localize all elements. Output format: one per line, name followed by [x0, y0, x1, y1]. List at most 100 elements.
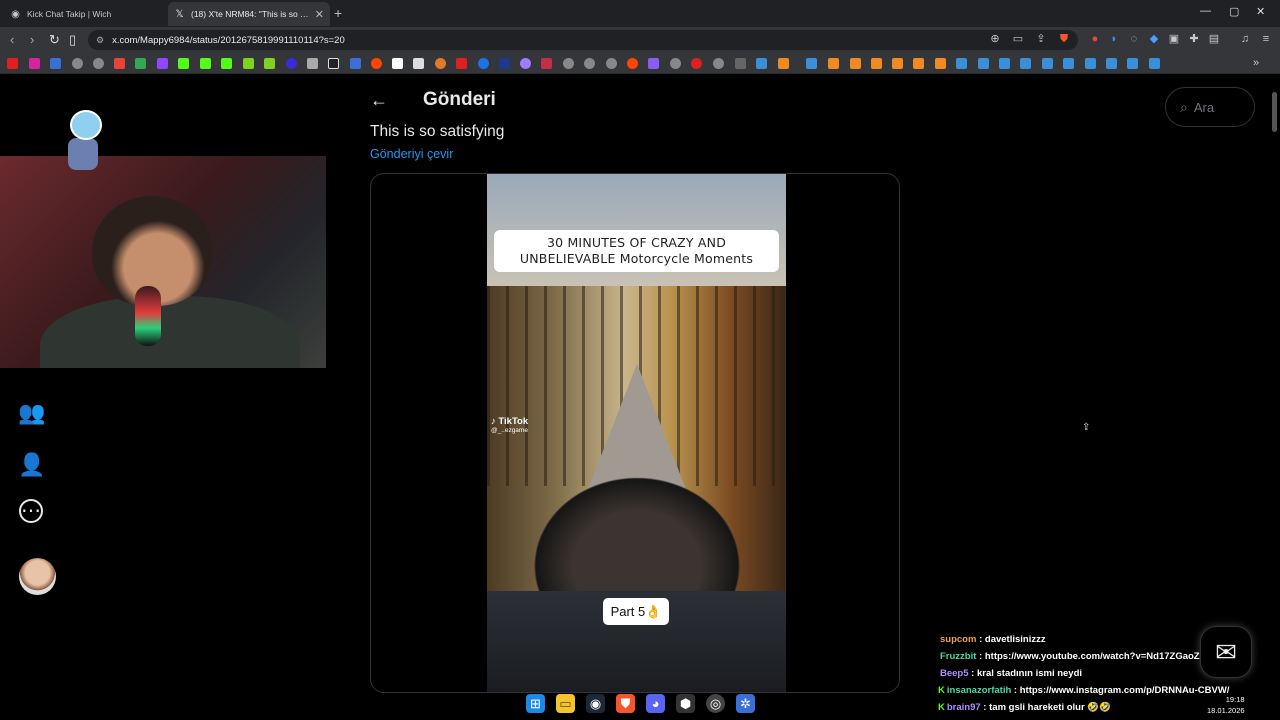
minimize-icon[interactable]: —: [1200, 5, 1211, 17]
bookmark-drive-icon[interactable]: [135, 58, 146, 69]
reload-icon[interactable]: ↻: [49, 32, 60, 48]
bookmark-steam-icon[interactable]: [978, 58, 989, 69]
video-player[interactable]: 30 MINUTES OF CRAZY AND UNBELIEVABLE Mot…: [487, 174, 786, 692]
steam-icon[interactable]: ◉: [586, 694, 605, 713]
brave-browser-icon[interactable]: ⛊: [616, 694, 635, 713]
bookmark-instagram-icon[interactable]: [29, 58, 40, 69]
bookmark-icon[interactable]: [72, 58, 83, 69]
back-arrow-button[interactable]: ←: [370, 90, 388, 111]
bookmark-icon[interactable]: [307, 58, 318, 69]
bookmark-icon[interactable]: ▯: [69, 32, 76, 48]
bookmark-icon[interactable]: [828, 58, 839, 69]
bookmark-icon[interactable]: [93, 58, 104, 69]
file-explorer-icon[interactable]: ▭: [556, 694, 575, 713]
close-tab-icon[interactable]: ✕: [315, 8, 324, 21]
extension-badge-icon[interactable]: ●: [1089, 33, 1101, 45]
bookmark-steam-icon[interactable]: [1127, 58, 1138, 69]
communities-icon[interactable]: 👥: [18, 400, 45, 426]
extension-icon[interactable]: ▣: [1168, 33, 1180, 45]
bookmark-icon[interactable]: [392, 58, 403, 69]
bookmark-steam-icon[interactable]: [1085, 58, 1096, 69]
tab-kick-chat[interactable]: ◉ Kick Chat Takip | Wich: [4, 2, 166, 26]
bookmark-icon[interactable]: [850, 58, 861, 69]
bookmark-steam-icon[interactable]: [1149, 58, 1160, 69]
app-icon[interactable]: ⬢: [676, 694, 695, 713]
menu-icon[interactable]: ≡: [1260, 33, 1272, 45]
bookmark-steam-icon[interactable]: [1020, 58, 1031, 69]
brave-shield-icon[interactable]: ⛊: [1058, 33, 1070, 45]
extension-icon[interactable]: ◆: [1148, 33, 1160, 45]
profile-icon[interactable]: 👤: [18, 452, 45, 478]
search-box[interactable]: ⌕ Ara: [1165, 87, 1255, 127]
bookmark-icon[interactable]: [713, 58, 724, 69]
post-media-card[interactable]: 30 MINUTES OF CRAZY AND UNBELIEVABLE Mot…: [370, 173, 900, 693]
bookmark-icon[interactable]: [50, 58, 61, 69]
bookmark-youtube-icon[interactable]: [7, 58, 18, 69]
bookmark-icon[interactable]: [670, 58, 681, 69]
maximize-icon[interactable]: ▢: [1229, 5, 1239, 18]
bookmark-x-icon[interactable]: [328, 58, 339, 69]
bookmark-steam-icon[interactable]: [806, 58, 817, 69]
bookmark-reddit-icon[interactable]: [371, 58, 382, 69]
bookmark-icon[interactable]: [435, 58, 446, 69]
bookmark-steam-icon[interactable]: [756, 58, 767, 69]
translate-post-link[interactable]: Gönderiyi çevir: [370, 147, 453, 161]
bookmark-icon[interactable]: [778, 58, 789, 69]
bookmark-kick-icon[interactable]: [178, 58, 189, 69]
bookmark-icon[interactable]: [935, 58, 946, 69]
more-bookmarks-icon[interactable]: »: [1250, 57, 1262, 69]
bookmark-steam-icon[interactable]: [1042, 58, 1053, 69]
extensions-puzzle-icon[interactable]: ✚: [1188, 33, 1200, 45]
bookmark-icon[interactable]: [413, 58, 424, 69]
bookmark-steam-icon[interactable]: [999, 58, 1010, 69]
windows-start-icon[interactable]: ⊞: [526, 694, 545, 713]
bookmark-icon[interactable]: [478, 58, 489, 69]
bookmark-icon[interactable]: [606, 58, 617, 69]
bookmark-reddit-icon[interactable]: [627, 58, 638, 69]
bookmark-icon[interactable]: [499, 58, 510, 69]
bookmark-steam-icon[interactable]: [1106, 58, 1117, 69]
messages-button[interactable]: ✉: [1200, 626, 1252, 678]
extension-icon[interactable]: ◗: [1108, 33, 1120, 45]
bookmark-icon[interactable]: [350, 58, 361, 69]
bookmark-icon[interactable]: [584, 58, 595, 69]
tab-x-post[interactable]: 𝕏 (18) X'te NRM84: "This is so satisfyin…: [168, 2, 330, 26]
bookmark-gmail-icon[interactable]: [114, 58, 125, 69]
new-tab-button[interactable]: +: [334, 5, 342, 21]
bookmark-icon[interactable]: [520, 58, 531, 69]
address-bar[interactable]: ⚙ x.com/Mappy6984/status/201267581999111…: [88, 30, 1078, 50]
forward-icon[interactable]: ›: [30, 32, 34, 47]
bookmark-icon[interactable]: [243, 58, 254, 69]
bookmark-icon[interactable]: [541, 58, 552, 69]
bookmark-steam-icon[interactable]: [956, 58, 967, 69]
cast-icon[interactable]: ▭: [1012, 33, 1024, 45]
bookmark-icon[interactable]: [456, 58, 467, 69]
share-icon[interactable]: ⇪: [1035, 33, 1047, 45]
system-clock[interactable]: 19:18 18.01.2026: [1207, 694, 1245, 716]
sidebar-icon[interactable]: ▤: [1208, 33, 1220, 45]
bookmark-icon[interactable]: [892, 58, 903, 69]
bookmark-kick-icon[interactable]: [200, 58, 211, 69]
bookmark-icon[interactable]: [264, 58, 275, 69]
bookmark-steam-icon[interactable]: [1063, 58, 1074, 69]
bookmark-icon[interactable]: [648, 58, 659, 69]
bookmark-folder-icon[interactable]: [735, 58, 746, 69]
extension-icon[interactable]: ◌: [1128, 33, 1140, 45]
bookmark-icon[interactable]: [913, 58, 924, 69]
more-icon[interactable]: ⋯: [19, 499, 43, 523]
close-window-icon[interactable]: ✕: [1256, 5, 1265, 18]
page-scrollbar[interactable]: [1272, 92, 1277, 132]
bookmark-kick-icon[interactable]: [221, 58, 232, 69]
bookmark-icon[interactable]: [691, 58, 702, 69]
zoom-icon[interactable]: ⊕: [989, 33, 1001, 45]
discord-icon[interactable]: ◕: [646, 694, 665, 713]
app-icon[interactable]: ✲: [736, 694, 755, 713]
bookmark-icon[interactable]: [563, 58, 574, 69]
account-avatar[interactable]: [19, 558, 56, 595]
back-icon[interactable]: ‹: [10, 32, 14, 47]
bookmark-icon[interactable]: [871, 58, 882, 69]
site-info-icon[interactable]: ⚙: [96, 35, 104, 46]
obs-icon[interactable]: ◎: [706, 694, 725, 713]
bookmark-twitch-icon[interactable]: [157, 58, 168, 69]
bookmark-icon[interactable]: [286, 58, 297, 69]
